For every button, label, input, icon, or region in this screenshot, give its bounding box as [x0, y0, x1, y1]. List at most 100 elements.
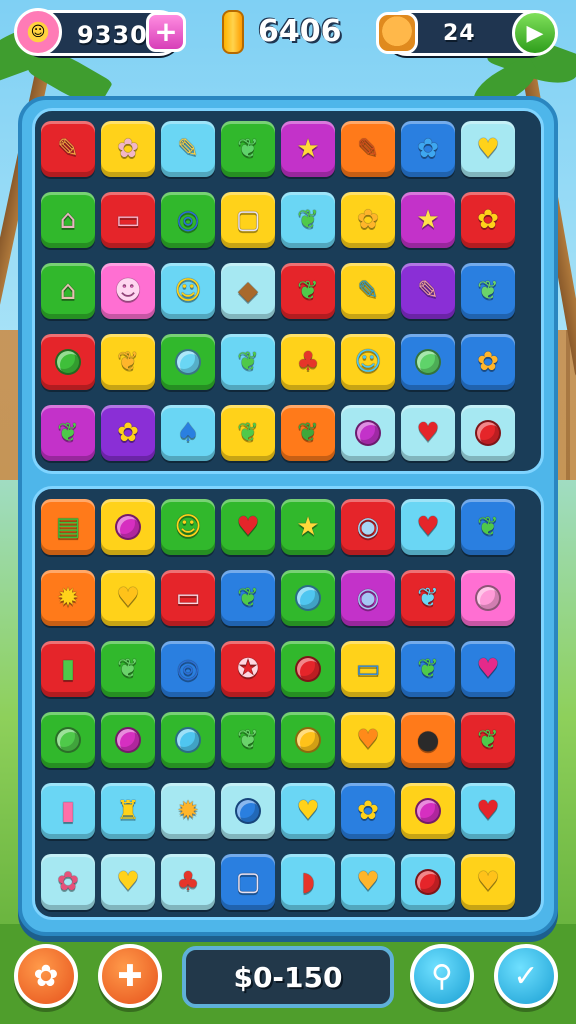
bottom-panel-tile[interactable] [401, 783, 455, 839]
top-panel-tile[interactable]: ❦ [281, 263, 335, 319]
top-panel-tile[interactable] [461, 405, 515, 461]
bottom-panel-tile[interactable] [281, 712, 335, 768]
apple-icon [295, 585, 321, 611]
bottom-panel-tile[interactable] [401, 854, 455, 910]
bottom-panel-tile[interactable]: ☺ [161, 499, 215, 555]
bottom-panel-tile[interactable]: ♥ [461, 641, 515, 697]
top-panel-tile[interactable]: ◎ [161, 192, 215, 248]
bottom-panel-tile[interactable]: ❦ [401, 641, 455, 697]
bottom-panel-tile[interactable]: ▮ [41, 783, 95, 839]
bottom-panel-tile[interactable]: ✪ [221, 641, 275, 697]
bottom-panel-tile[interactable]: ▤ [41, 499, 95, 555]
top-panel-tile[interactable]: ◆ [221, 263, 275, 319]
bottom-panel-tile[interactable]: ♥ [461, 783, 515, 839]
top-panel-tile[interactable]: ❦ [221, 121, 275, 177]
bottom-panel-tile[interactable]: ▭ [341, 641, 395, 697]
top-panel-tile[interactable]: ★ [401, 192, 455, 248]
bottom-panel-tile[interactable]: ♥ [341, 854, 395, 910]
bottom-panel-tile[interactable]: ✹ [161, 783, 215, 839]
bottom-panel-tile[interactable]: ♥ [101, 570, 155, 626]
top-panel-tile[interactable]: ✎ [161, 121, 215, 177]
bottom-panel-tile[interactable]: ♥ [401, 499, 455, 555]
bottom-panel-tile[interactable]: ✹ [41, 570, 95, 626]
top-panel-tile[interactable]: ✿ [461, 192, 515, 248]
bottom-panel-tile[interactable]: ♥ [281, 783, 335, 839]
top-panel-tile[interactable]: ⌂ [41, 263, 95, 319]
top-panel-tile[interactable] [401, 334, 455, 390]
play-button[interactable]: ▶ [512, 10, 558, 56]
bottom-panel-tile[interactable] [101, 499, 155, 555]
bottom-panel-tile[interactable]: ♣ [161, 854, 215, 910]
top-panel-tile[interactable]: ★ [281, 121, 335, 177]
egg-icon [55, 349, 81, 375]
bottom-panel-tile[interactable]: ▭ [161, 570, 215, 626]
bottom-panel-tile[interactable] [41, 712, 95, 768]
top-panel-tile[interactable]: ♣ [281, 334, 335, 390]
top-panel-tile[interactable]: ✎ [341, 121, 395, 177]
bottom-panel-tile[interactable]: ♥ [341, 712, 395, 768]
top-panel-tile[interactable]: ✎ [41, 121, 95, 177]
top-panel-tile[interactable]: ✿ [461, 334, 515, 390]
bottom-panel-tile[interactable]: ♥ [461, 854, 515, 910]
balloon-icon [175, 349, 201, 375]
puzzle-button[interactable]: ✚ [98, 944, 162, 1008]
top-panel-tile[interactable]: ✎ [341, 263, 395, 319]
bottom-panel-tile[interactable]: ✿ [341, 783, 395, 839]
top-panel-tile[interactable] [341, 405, 395, 461]
top-panel-tile[interactable]: ✿ [341, 192, 395, 248]
top-panel-tile[interactable]: ❦ [461, 263, 515, 319]
search-button[interactable]: ⚲ [410, 944, 474, 1008]
top-panel-tile[interactable]: ❦ [281, 192, 335, 248]
bottom-panel-tile[interactable]: ✿ [41, 854, 95, 910]
balloon-icon [175, 727, 201, 753]
top-panel-tile[interactable]: ♥ [461, 121, 515, 177]
bottom-panel-tile[interactable]: ❦ [221, 570, 275, 626]
bottom-panel-tile[interactable]: ❦ [401, 570, 455, 626]
bottom-panel-tile[interactable] [281, 570, 335, 626]
top-panel-tile[interactable]: ✿ [101, 121, 155, 177]
top-panel-tile[interactable]: ❦ [101, 334, 155, 390]
top-panel-tile[interactable]: ▭ [101, 192, 155, 248]
bottom-panel-tile[interactable] [221, 783, 275, 839]
top-panel-tile[interactable]: ♠ [161, 405, 215, 461]
bottom-panel-tile[interactable]: ♥ [101, 854, 155, 910]
bottom-panel-tile[interactable] [461, 570, 515, 626]
top-panel-tile[interactable] [161, 334, 215, 390]
bottom-panel-tile[interactable] [281, 641, 335, 697]
bottom-panel-tile[interactable]: ♥ [221, 499, 275, 555]
confirm-button[interactable]: ✓ [494, 944, 558, 1008]
bottom-panel-tile[interactable]: ● [401, 712, 455, 768]
bottom-panel-tile[interactable]: ♜ [101, 783, 155, 839]
top-panel-tile[interactable]: ✿ [101, 405, 155, 461]
bottom-panel-tile[interactable]: ◗ [281, 854, 335, 910]
bottom-panel-tile[interactable]: ◉ [341, 499, 395, 555]
top-panel-tile[interactable] [41, 334, 95, 390]
top-panel-tile[interactable]: ❦ [41, 405, 95, 461]
bottom-panel-tile[interactable]: ★ [281, 499, 335, 555]
bottom-panel-tile[interactable]: ❦ [461, 499, 515, 555]
top-panel-tile[interactable]: ❦ [281, 405, 335, 461]
top-panel-tile[interactable]: ❦ [221, 334, 275, 390]
shuffle-button[interactable]: ✿ [14, 944, 78, 1008]
top-panel-tile[interactable]: ❦ [221, 405, 275, 461]
top-panel-tile[interactable]: ☻ [101, 263, 155, 319]
bottom-panel-tile[interactable] [161, 712, 215, 768]
bottom-panel-tile[interactable]: ❦ [101, 641, 155, 697]
bottom-panel-tile[interactable]: ▮ [41, 641, 95, 697]
top-panel-tile[interactable]: ☺ [341, 334, 395, 390]
bottom-panel-tile[interactable]: ◎ [161, 641, 215, 697]
puzzle-icon: ✚ [117, 958, 143, 994]
bottom-panel-tile[interactable]: ◉ [341, 570, 395, 626]
top-panel-tile[interactable]: ✎ [401, 263, 455, 319]
bottom-panel-tile[interactable]: ❦ [461, 712, 515, 768]
bottom-panel-tile[interactable]: ▢ [221, 854, 275, 910]
top-panel-tile[interactable]: ✿ [401, 121, 455, 177]
bottom-panel-tile[interactable]: ❦ [221, 712, 275, 768]
top-panel-tile[interactable]: ♥ [401, 405, 455, 461]
top-panel-tile[interactable]: ▢ [221, 192, 275, 248]
top-panel-tile[interactable]: ☺ [161, 263, 215, 319]
bottom-panel-tile[interactable] [101, 712, 155, 768]
add-score-button[interactable]: + [146, 12, 186, 52]
house-icon: ⌂ [59, 205, 77, 235]
top-panel-tile[interactable]: ⌂ [41, 192, 95, 248]
